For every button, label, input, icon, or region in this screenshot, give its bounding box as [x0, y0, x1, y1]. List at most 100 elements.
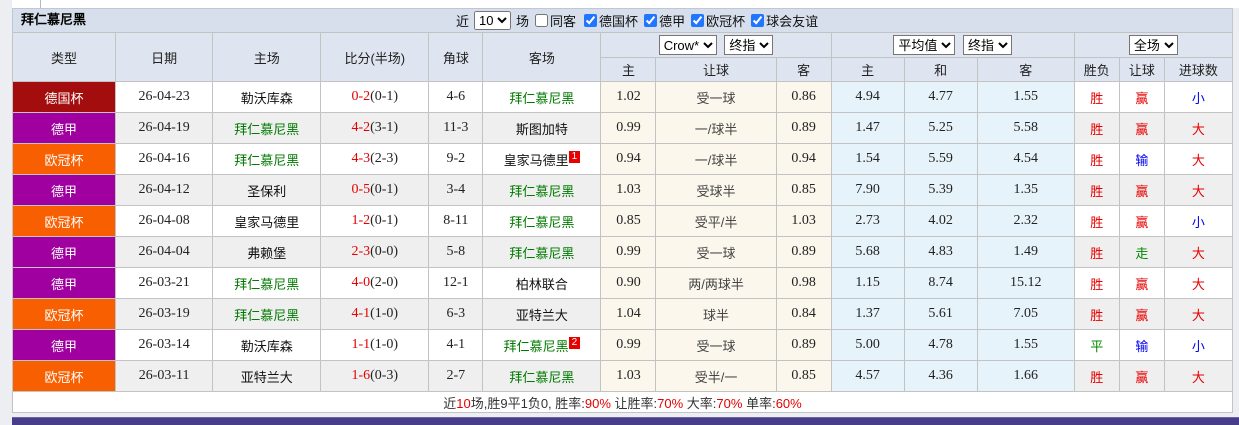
score-cell: 1-6(0-3) — [320, 360, 430, 392]
handicap-cell: 受一球 — [655, 81, 777, 113]
odds-home-cell: 1.03 — [600, 174, 657, 206]
competition-checkbox-label[interactable]: 德国杯 — [580, 11, 638, 30]
avg-draw-cell: 8.74 — [903, 267, 978, 299]
avg-home-cell: 5.00 — [830, 329, 905, 361]
odds-away-cell: 0.84 — [775, 298, 832, 330]
home-team-cell: 弗赖堡 — [212, 236, 322, 268]
odds-home-cell: 1.03 — [600, 360, 657, 392]
team-name: 勒沃库森 — [240, 338, 293, 354]
competition-checkbox[interactable] — [584, 13, 598, 27]
halftime-score: (1-0) — [370, 306, 399, 321]
competition-checkbox[interactable] — [691, 13, 705, 27]
league-badge: 德甲 — [11, 174, 117, 206]
summary-stat-value: 70% — [716, 395, 743, 411]
team-name: 拜仁慕尼黑 — [234, 121, 300, 137]
match-row: 德甲 26-04-04 弗赖堡 2-3(0-0) 5-8 拜仁慕尼黑 0.99 受一球 0.89… — [11, 236, 1234, 268]
halftime-score: (2-0) — [370, 275, 399, 290]
score-cell: 0-5(0-1) — [320, 174, 430, 206]
odds-away-cell: 1.03 — [775, 205, 832, 237]
fulltime-score: 4-3 — [351, 151, 371, 166]
odds-stage-select[interactable]: 终指 — [724, 35, 774, 55]
sub-header-handicap: 让球 — [655, 57, 777, 82]
avg-draw-cell: 4.83 — [903, 236, 978, 268]
odds-home-cell: 0.99 — [600, 236, 657, 268]
team-name: 拜仁慕尼黑 — [503, 338, 569, 354]
summary-stat-value: 10 — [456, 395, 471, 411]
sub-header-avg-home: 主 — [830, 57, 905, 82]
team-name: 勒沃库森 — [240, 90, 293, 106]
match-row: 欧冠杯 26-04-08 皇家马德里 1-2(0-1) 8-11 拜仁慕尼黑 0.85 受平/… — [11, 205, 1234, 237]
competition-checkbox-label[interactable]: 德甲 — [640, 11, 685, 30]
summary-stat-text: 让胜率: — [610, 395, 658, 411]
result-cell: 胜 — [1073, 267, 1120, 299]
score-cell: 2-3(0-0) — [320, 236, 430, 268]
competition-checkbox[interactable] — [751, 13, 765, 27]
home-team-cell: 拜仁慕尼黑 — [212, 143, 322, 175]
odds-away-cell: 0.85 — [775, 174, 832, 206]
result-cell: 胜 — [1073, 143, 1120, 175]
odds-home-cell: 0.94 — [600, 143, 657, 175]
matches-table: 类型 日期 主场 比分(半场) 角球 客场 Crow* 终指 平均值 终指 全场 — [11, 32, 1234, 413]
match-row: 德甲 26-04-12 圣保利 0-5(0-1) 3-4 拜仁慕尼黑 1.03 受球半 0.85… — [11, 174, 1234, 206]
away-team-cell: 拜仁慕尼黑 2 — [482, 329, 602, 361]
summary-stats: 近10场,胜9平1负0, 胜率:90% 让胜率:70% 大率:70% 单率:60… — [12, 391, 1233, 413]
away-team-cell: 拜仁慕尼黑 — [482, 174, 602, 206]
odds-home-cell: 0.99 — [600, 329, 657, 361]
team-name: 拜仁慕尼黑 — [509, 214, 575, 230]
avg-source-select[interactable]: 平均值 — [893, 35, 956, 55]
team-name: 亚特兰大 — [515, 307, 568, 323]
avg-home-cell: 2.73 — [830, 205, 905, 237]
team-name: 柏林联合 — [515, 276, 568, 292]
avg-home-cell: 1.54 — [830, 143, 905, 175]
league-badge: 德甲 — [11, 267, 117, 299]
away-team-cell: 柏林联合 — [482, 267, 602, 299]
scope-header: 全场 — [1073, 32, 1234, 58]
scope-select[interactable]: 全场 — [1128, 35, 1178, 55]
halftime-score: (2-3) — [370, 151, 399, 166]
recent-count-select[interactable]: 10 — [474, 10, 512, 30]
result-cell: 胜 — [1073, 112, 1120, 144]
fulltime-score: 0-5 — [351, 182, 371, 197]
fulltime-score: 1-1 — [351, 337, 371, 352]
competition-checkbox[interactable] — [644, 13, 658, 27]
home-team-cell: 勒沃库森 — [212, 81, 322, 113]
avg-draw-cell: 5.25 — [903, 112, 978, 144]
goals-result-cell: 大 — [1163, 143, 1234, 175]
panel-title-bar: 拜仁慕尼黑 近 10 场 同客 德国杯 德甲 欧冠杯 球会友谊 — [12, 8, 1233, 32]
avg-home-cell: 5.68 — [830, 236, 905, 268]
avg-home-cell: 1.15 — [830, 267, 905, 299]
handicap-cell: 球半 — [655, 298, 777, 330]
away-team-cell: 拜仁慕尼黑 — [482, 360, 602, 392]
competition-checkbox-label[interactable]: 欧冠杯 — [687, 11, 745, 30]
competition-checkbox-text: 球会友谊 — [766, 13, 819, 29]
halftime-score: (0-1) — [370, 89, 399, 104]
summary-stat-value: 90% — [584, 395, 611, 411]
col-header-score: 比分(半场) — [320, 32, 430, 82]
page-top-strip — [12, 0, 1239, 8]
competition-checkbox-text: 德甲 — [659, 13, 686, 29]
fulltime-score: 0-2 — [351, 89, 371, 104]
corners-cell: 4-1 — [428, 329, 484, 361]
handicap-cell: 受半/一 — [655, 360, 777, 392]
summary-stat-text: 场,胜9平1负0, 胜率: — [470, 395, 585, 411]
odds-home-cell: 1.04 — [600, 298, 657, 330]
odds-source-select[interactable]: Crow* — [658, 35, 717, 55]
avg-away-cell: 5.58 — [976, 112, 1075, 144]
avg-away-cell: 15.12 — [976, 267, 1075, 299]
corners-cell: 11-3 — [428, 112, 484, 144]
match-date: 26-03-19 — [115, 298, 214, 330]
avg-stage-select[interactable]: 终指 — [963, 35, 1012, 55]
competition-checkbox-label[interactable]: 球会友谊 — [747, 11, 818, 30]
team-name: 皇家马德里 — [234, 214, 300, 230]
match-date: 26-04-19 — [115, 112, 214, 144]
score-cell: 4-1(1-0) — [320, 298, 430, 330]
home-team-cell: 勒沃库森 — [212, 329, 322, 361]
match-date: 26-04-04 — [115, 236, 214, 268]
same-away-checkbox-label[interactable]: 同客 — [531, 11, 576, 30]
team-name: 拜仁慕尼黑 — [509, 369, 575, 385]
handicap-result-cell: 赢 — [1118, 81, 1165, 113]
same-away-checkbox[interactable] — [535, 13, 549, 27]
avg-draw-cell: 4.36 — [903, 360, 978, 392]
avg-away-cell: 1.35 — [976, 174, 1075, 206]
odds-away-cell: 0.94 — [775, 143, 832, 175]
